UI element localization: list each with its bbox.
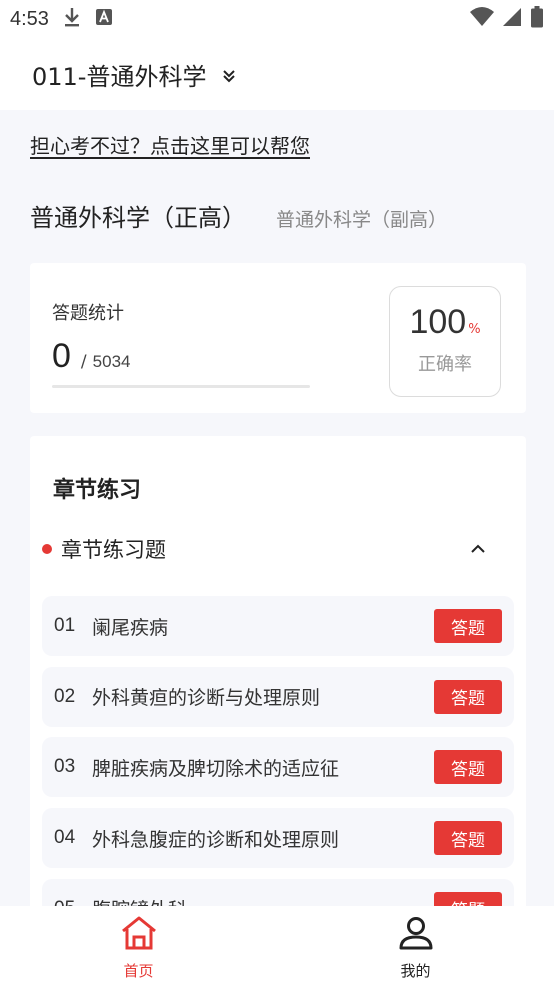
signal-icon (502, 7, 522, 32)
stats-label: 答题统计 (52, 303, 124, 324)
chapter-list: 01 阑尾疾病 答题 02 外科黄疸的诊断与处理原则 答题 03 脾脏疾病及脾切… (42, 596, 514, 916)
status-time: 4:53 (10, 7, 49, 30)
accuracy-unit: % (468, 322, 481, 337)
download-icon (63, 6, 81, 33)
battery-icon (530, 5, 544, 33)
chapter-number: 04 (54, 827, 76, 849)
answered-count: 0 (52, 337, 71, 375)
chapter-group-label: 章节练习题 (61, 538, 166, 562)
chapter-item[interactable]: 01 阑尾疾病 答题 (42, 596, 514, 656)
answer-button[interactable]: 答题 (434, 821, 502, 856)
chapter-group-header[interactable]: 章节练习题 (42, 534, 514, 564)
home-icon (120, 916, 158, 954)
user-icon (398, 916, 434, 954)
accuracy-value: 100 (409, 303, 467, 341)
level-tabs: 普通外科学（正高） 普通外科学（副高） (30, 198, 447, 233)
chapter-number: 03 (54, 756, 76, 778)
accuracy-label: 正确率 (418, 354, 472, 375)
app-notification-icon (95, 8, 113, 31)
tab-associate-senior[interactable]: 普通外科学（副高） (276, 205, 447, 232)
chapter-practice-title: 章节练习 (53, 478, 142, 503)
count-separator: / (80, 352, 87, 372)
wifi-icon (470, 6, 494, 32)
answer-button[interactable]: 答题 (434, 750, 502, 785)
red-dot-icon (42, 544, 52, 554)
progress-bar (52, 385, 310, 388)
nav-home[interactable]: 首页 (0, 906, 277, 984)
app-header: 011-普通外科学 (0, 38, 554, 110)
chapter-item[interactable]: 02 外科黄疸的诊断与处理原则 答题 (42, 666, 514, 727)
double-chevron-down-icon (222, 68, 236, 87)
nav-home-label: 首页 (123, 962, 154, 980)
chapter-number: 01 (54, 615, 76, 636)
subject-dropdown[interactable] (222, 68, 236, 87)
answer-button[interactable]: 答题 (434, 609, 502, 643)
chapter-item[interactable]: 03 脾脏疾病及脾切除术的适应征 答题 (42, 737, 514, 798)
chevron-up-icon[interactable] (470, 544, 486, 554)
subject-title[interactable]: 011-普通外科学 (32, 57, 206, 92)
nav-profile-label: 我的 (400, 962, 431, 980)
accuracy-value-row: 100 % (390, 303, 500, 342)
answer-button[interactable]: 答题 (434, 679, 502, 714)
chapter-number: 02 (54, 685, 76, 707)
chapter-name: 外科黄疸的诊断与处理原则 (92, 687, 321, 710)
stats-card: 答题统计 0 / 5034 100 % 正确率 (30, 263, 526, 413)
chapter-practice-card: 章节练习 章节练习题 01 阑尾疾病 答题 02 外科黄疸的诊断与处理原则 答题… (30, 436, 526, 916)
bottom-nav: 首页 我的 (0, 906, 554, 984)
total-count: 5034 (92, 352, 131, 371)
chapter-name: 外科急腹症的诊断和处理原则 (92, 828, 340, 851)
chapter-name: 阑尾疾病 (92, 616, 169, 639)
help-link[interactable]: 担心考不过？点击这里可以帮您 (30, 130, 310, 159)
chapter-item[interactable]: 04 外科急腹症的诊断和处理原则 答题 (42, 808, 514, 869)
nav-profile[interactable]: 我的 (277, 906, 554, 984)
chapter-name: 脾脏疾病及脾切除术的适应征 (92, 757, 340, 780)
status-bar: 4:53 (0, 0, 554, 38)
tab-senior[interactable]: 普通外科学（正高） (30, 198, 246, 233)
accuracy-box: 100 % 正确率 (389, 286, 501, 397)
stats-count: 0 / 5034 (52, 337, 130, 376)
